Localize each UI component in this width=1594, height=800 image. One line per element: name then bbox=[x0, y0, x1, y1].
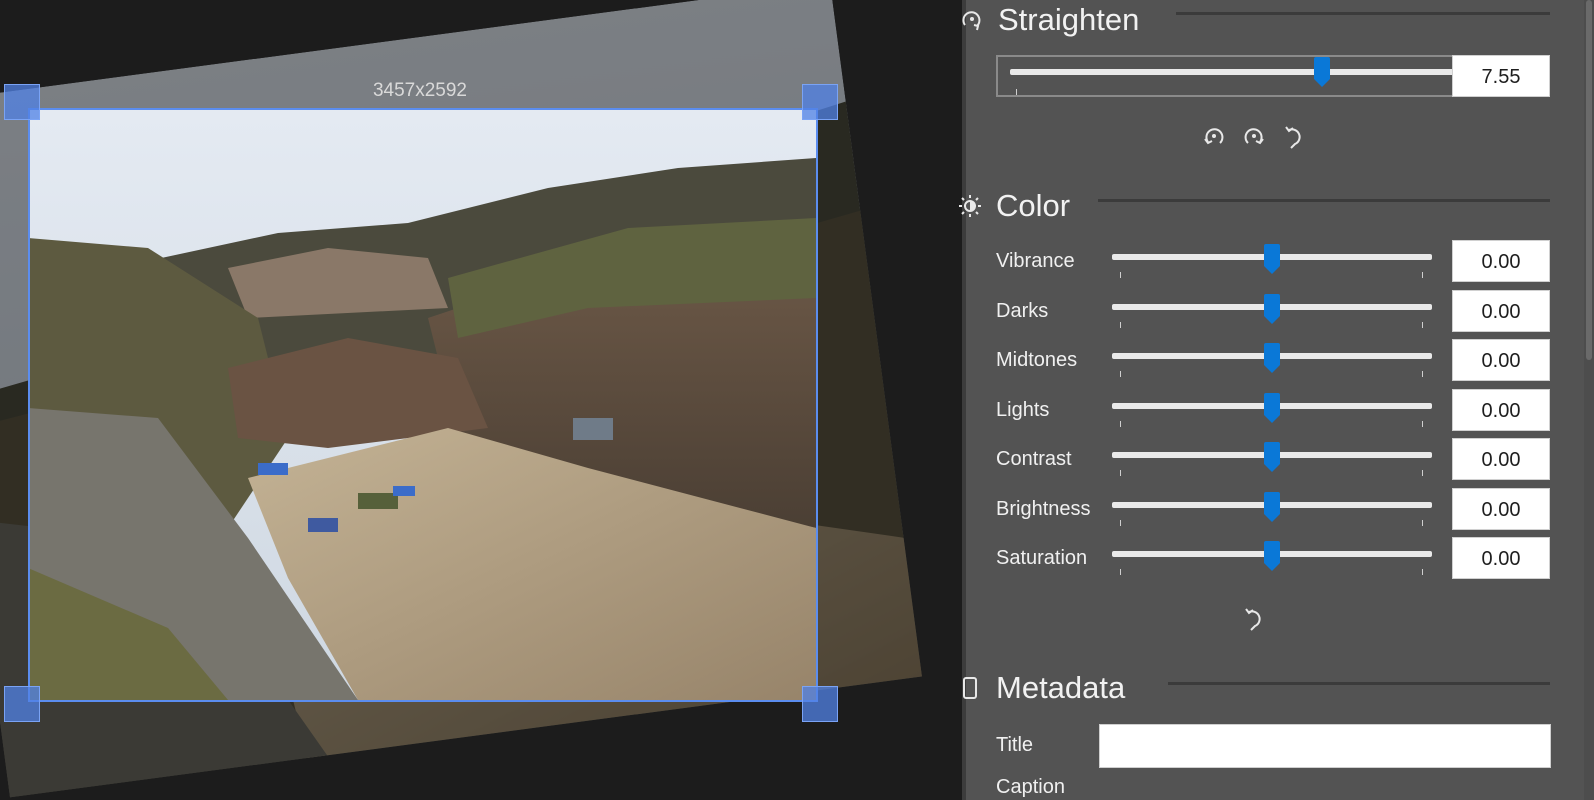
tick-max bbox=[1422, 569, 1423, 575]
slider-label: Vibrance bbox=[996, 250, 1075, 272]
slider-thumb[interactable] bbox=[1263, 393, 1281, 423]
undo-icon bbox=[1285, 126, 1301, 149]
slider-thumb[interactable] bbox=[1263, 294, 1281, 324]
slider-label: Lights bbox=[996, 399, 1050, 421]
reset-straighten-button[interactable] bbox=[1278, 120, 1310, 152]
panel-scrollbar[interactable] bbox=[1584, 0, 1594, 800]
brightness-icon bbox=[956, 192, 984, 220]
tick-max bbox=[1422, 371, 1423, 377]
tick-min bbox=[1120, 421, 1121, 427]
caption-label: Caption bbox=[996, 776, 1065, 798]
straighten-value[interactable]: 7.55 bbox=[1452, 55, 1550, 97]
straighten-track bbox=[1010, 69, 1472, 75]
slider-thumb[interactable] bbox=[1263, 492, 1281, 522]
title-label: Title bbox=[996, 734, 1034, 756]
tick-max bbox=[1422, 470, 1423, 476]
contrast-value[interactable]: 0.00 bbox=[1452, 438, 1550, 480]
straighten-slider[interactable] bbox=[996, 55, 1482, 97]
straighten-title: Straighten bbox=[998, 2, 1140, 37]
brightness-value[interactable]: 0.00 bbox=[1452, 488, 1550, 530]
crop-region-photo bbox=[28, 108, 816, 700]
metadata-header: Metadata bbox=[956, 668, 1125, 708]
color-header: Color bbox=[956, 186, 1070, 226]
crop-dimensions-label: 3457x2592 bbox=[372, 80, 468, 101]
tick-max bbox=[1422, 272, 1423, 278]
tick-min bbox=[1120, 470, 1121, 476]
color-title: Color bbox=[996, 188, 1071, 223]
slider-label: Contrast bbox=[996, 448, 1072, 470]
slider-label: Midtones bbox=[996, 349, 1078, 371]
tick-min bbox=[1120, 520, 1121, 526]
rotate-left-button[interactable] bbox=[1198, 120, 1230, 152]
rotate-right-button[interactable] bbox=[1238, 120, 1270, 152]
crop-handle-top-right[interactable] bbox=[802, 84, 838, 120]
vibrance-slider[interactable] bbox=[1110, 240, 1434, 282]
undo-icon bbox=[1245, 608, 1261, 631]
rotate-icon bbox=[958, 6, 986, 34]
slider-thumb[interactable] bbox=[1263, 244, 1281, 274]
tick-min bbox=[1120, 322, 1121, 328]
tick-max bbox=[1422, 520, 1423, 526]
straighten-slider-thumb[interactable] bbox=[1313, 57, 1331, 87]
straighten-rule bbox=[1176, 12, 1550, 15]
slider-thumb[interactable] bbox=[1263, 343, 1281, 373]
tick-max bbox=[1422, 322, 1423, 328]
metadata-rule bbox=[1168, 682, 1550, 685]
photo-canvas[interactable]: 3457x2592 bbox=[0, 0, 962, 800]
crop-handle-top-left[interactable] bbox=[4, 84, 40, 120]
contrast-slider[interactable] bbox=[1110, 438, 1434, 480]
slider-thumb[interactable] bbox=[1263, 541, 1281, 571]
tick-min bbox=[1120, 272, 1121, 278]
color-rule bbox=[1098, 199, 1550, 202]
tablet-icon bbox=[956, 674, 984, 702]
crop-handle-bottom-right[interactable] bbox=[802, 686, 838, 722]
darks-value[interactable]: 0.00 bbox=[1452, 290, 1550, 332]
scrollbar-thumb[interactable] bbox=[1586, 0, 1592, 360]
lights-value[interactable]: 0.00 bbox=[1452, 389, 1550, 431]
title-input[interactable] bbox=[1099, 724, 1551, 768]
tick-min bbox=[1016, 89, 1017, 95]
midtones-value[interactable]: 0.00 bbox=[1452, 339, 1550, 381]
metadata-title: Metadata bbox=[996, 670, 1126, 705]
reset-color-button[interactable] bbox=[1238, 602, 1270, 634]
brightness-slider[interactable] bbox=[1110, 488, 1434, 530]
slider-label: Saturation bbox=[996, 547, 1088, 569]
lights-slider[interactable] bbox=[1110, 389, 1434, 431]
saturation-slider[interactable] bbox=[1110, 537, 1434, 579]
straighten-header: Straighten bbox=[958, 0, 1139, 40]
midtones-slider[interactable] bbox=[1110, 339, 1434, 381]
vibrance-value[interactable]: 0.00 bbox=[1452, 240, 1550, 282]
slider-thumb[interactable] bbox=[1263, 442, 1281, 472]
tick-min bbox=[1120, 371, 1121, 377]
rotate-ccw-icon bbox=[1204, 128, 1224, 145]
slider-label: Darks bbox=[996, 300, 1049, 322]
slider-label: Brightness bbox=[996, 498, 1091, 520]
tick-max bbox=[1422, 421, 1423, 427]
tick-min bbox=[1120, 569, 1121, 575]
darks-slider[interactable] bbox=[1110, 290, 1434, 332]
crop-handle-bottom-left[interactable] bbox=[4, 686, 40, 722]
rotate-cw-icon bbox=[1244, 128, 1264, 145]
saturation-value[interactable]: 0.00 bbox=[1452, 537, 1550, 579]
